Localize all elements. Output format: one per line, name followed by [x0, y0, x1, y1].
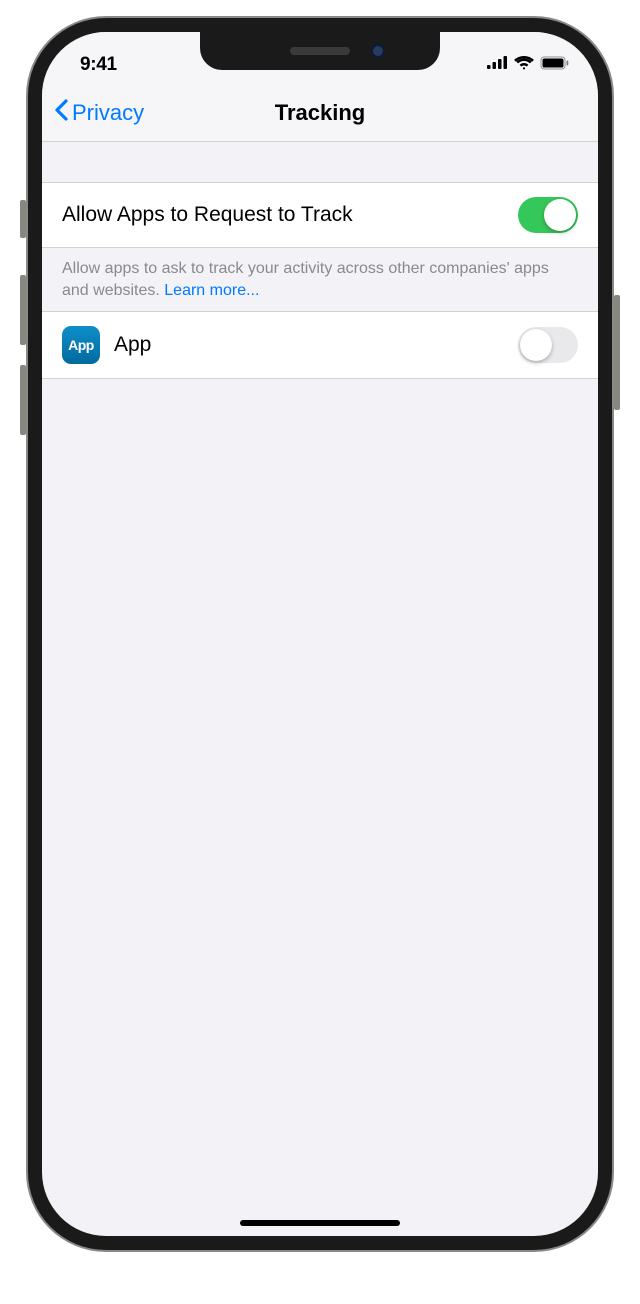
volume-down-button — [20, 365, 26, 435]
allow-tracking-label: Allow Apps to Request to Track — [62, 203, 518, 227]
screen: 9:41 Privacy Tracking — [42, 32, 598, 1236]
battery-icon — [540, 56, 570, 75]
footer-description: Allow apps to ask to track your activity… — [62, 260, 549, 299]
power-button — [614, 295, 620, 410]
volume-up-button — [20, 275, 26, 345]
notch — [200, 32, 440, 70]
app-name: App — [114, 333, 518, 357]
content-area: Allow Apps to Request to Track Allow app… — [42, 142, 598, 379]
silence-switch — [20, 200, 26, 238]
back-button[interactable]: Privacy — [54, 99, 144, 127]
app-icon: App — [62, 326, 100, 364]
allow-tracking-row: Allow Apps to Request to Track — [42, 182, 598, 248]
app-icon-label: App — [68, 337, 94, 353]
app-row: App App — [42, 311, 598, 379]
wifi-icon — [514, 56, 534, 75]
navigation-bar: Privacy Tracking — [42, 84, 598, 142]
back-label: Privacy — [72, 100, 144, 126]
allow-tracking-toggle[interactable] — [518, 197, 578, 233]
cellular-icon — [487, 56, 508, 74]
app-tracking-toggle[interactable] — [518, 327, 578, 363]
phone-device-frame: 9:41 Privacy Tracking — [28, 18, 612, 1250]
learn-more-link[interactable]: Learn more... — [164, 282, 259, 299]
status-indicators — [487, 56, 570, 75]
home-indicator[interactable] — [240, 1220, 400, 1226]
chevron-left-icon — [54, 99, 68, 127]
status-time: 9:41 — [80, 54, 117, 76]
section-footer: Allow apps to ask to track your activity… — [42, 248, 598, 311]
